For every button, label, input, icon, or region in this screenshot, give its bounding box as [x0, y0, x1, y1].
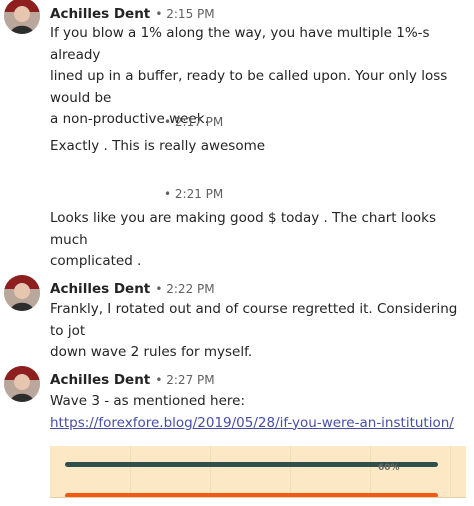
- message-text: If you blow a 1% along the way, you have…: [50, 23, 474, 131]
- timestamp: • 2:17 PM: [164, 115, 224, 129]
- message-line: Exactly . This is really awesome: [50, 138, 266, 154]
- gridline: [370, 446, 371, 497]
- author-name[interactable]: Achilles Dent: [50, 281, 150, 297]
- message-text: Wave 3 - as mentioned here: https://fore…: [50, 391, 474, 434]
- author-name[interactable]: Achilles Dent: [50, 372, 150, 388]
- gridline: [290, 446, 291, 497]
- timestamp: • 2:27 PM: [155, 373, 215, 387]
- avatar[interactable]: [4, 366, 40, 402]
- message-text: Frankly, I rotated out and of course reg…: [50, 299, 474, 364]
- chart-bar-orange: [65, 493, 438, 497]
- timestamp: • 2:21 PM: [164, 187, 224, 201]
- gridline: [210, 446, 211, 497]
- message-line: If you blow a 1% along the way, you have…: [50, 25, 430, 63]
- author-name[interactable]: Achilles Dent: [50, 6, 150, 22]
- avatar-image: [4, 0, 40, 34]
- timestamp: • 2:22 PM: [155, 282, 215, 296]
- message-line: Wave 3 - as mentioned here:: [50, 393, 245, 409]
- chart-bar-label: 60%: [378, 463, 400, 473]
- attachment-image[interactable]: 60%: [50, 446, 466, 498]
- gridline: [130, 446, 131, 497]
- message-line: complicated .: [50, 253, 142, 269]
- avatar[interactable]: [4, 0, 40, 34]
- message-line: Looks like you are making good $ today .…: [50, 210, 437, 248]
- message-text: Looks like you are making good $ today .…: [50, 208, 474, 273]
- gridline: [450, 446, 451, 497]
- avatar[interactable]: [4, 275, 40, 311]
- message-line: Frankly, I rotated out and of course reg…: [50, 301, 458, 339]
- message-text: Exactly . This is really awesome: [50, 136, 474, 158]
- avatar-image: [4, 275, 40, 311]
- message-line: a non-productive week.: [50, 111, 209, 127]
- avatar-image: [4, 366, 40, 402]
- message-line: lined up in a buffer, ready to be called…: [50, 68, 448, 106]
- message-line: down wave 2 rules for myself.: [50, 344, 253, 360]
- timestamp: • 2:15 PM: [155, 7, 215, 21]
- blog-link[interactable]: https://forexfore.blog/2019/05/28/if-you…: [50, 415, 454, 431]
